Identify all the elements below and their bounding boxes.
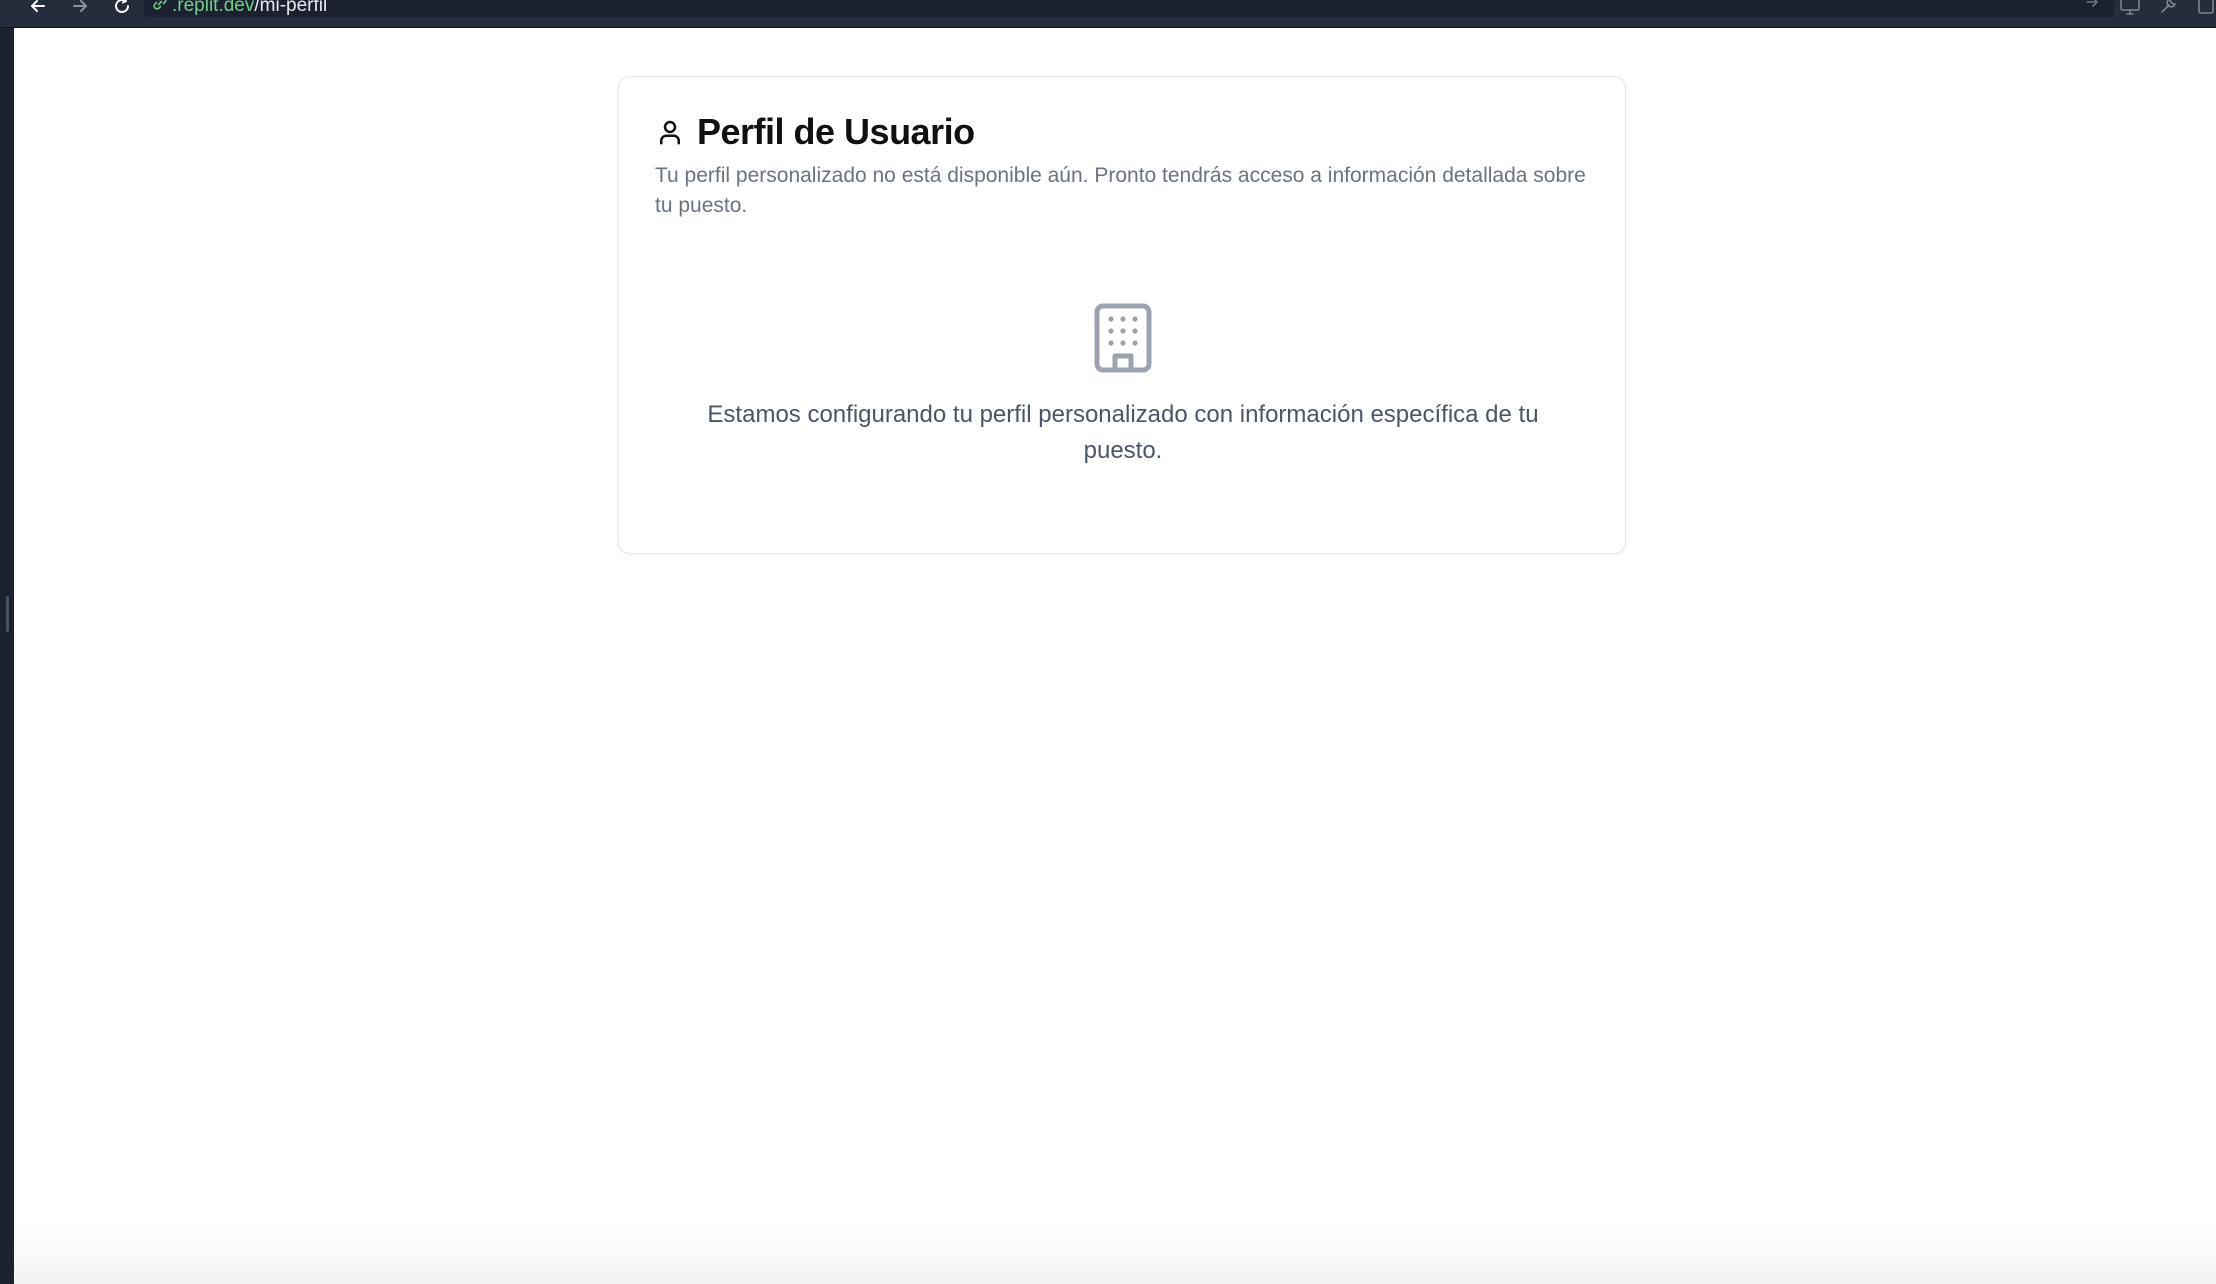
- side-panel-strip: [0, 0, 14, 1284]
- address-bar[interactable]: .replit.dev/mi-perfil: [144, 0, 2114, 17]
- window-icon: [2198, 0, 2214, 14]
- url-text: .replit.dev/mi-perfil: [172, 0, 327, 17]
- back-button[interactable]: [24, 0, 52, 20]
- wrench-icon: [2161, 0, 2176, 13]
- card-header: Perfil de Usuario: [655, 111, 975, 153]
- building-icon: [1094, 303, 1152, 373]
- devtools-button[interactable]: [2154, 0, 2182, 20]
- bottom-shadow: [14, 1220, 2216, 1284]
- browser-toolbar: .replit.dev/mi-perfil: [0, 0, 2216, 28]
- reload-icon: [115, 0, 129, 13]
- profile-card: Perfil de Usuario Tu perfil personalizad…: [618, 76, 1626, 554]
- url-domain: .replit.dev: [172, 0, 255, 16]
- devices-button[interactable]: [2116, 0, 2144, 20]
- resize-handle[interactable]: [6, 596, 9, 632]
- monitor-icon: [2120, 0, 2140, 15]
- link-icon: [153, 0, 167, 10]
- card-description: Tu perfil personalizado no está disponib…: [655, 164, 1586, 217]
- user-icon: [660, 120, 680, 145]
- arrow-left-icon: [31, 0, 45, 12]
- page-title: Perfil de Usuario: [697, 111, 975, 152]
- browser-window: .replit.dev/mi-perfil Perfil de Usuario …: [0, 0, 2216, 1284]
- open-external-icon[interactable]: [2084, 0, 2100, 10]
- arrow-right-icon: [73, 0, 87, 12]
- url-path: /mi-perfil: [254, 0, 328, 16]
- status-message: Estamos configurando tu perfil personali…: [707, 401, 1539, 464]
- reload-button[interactable]: [108, 0, 136, 20]
- forward-button[interactable]: [66, 0, 94, 20]
- new-tab-button[interactable]: [2192, 0, 2216, 20]
